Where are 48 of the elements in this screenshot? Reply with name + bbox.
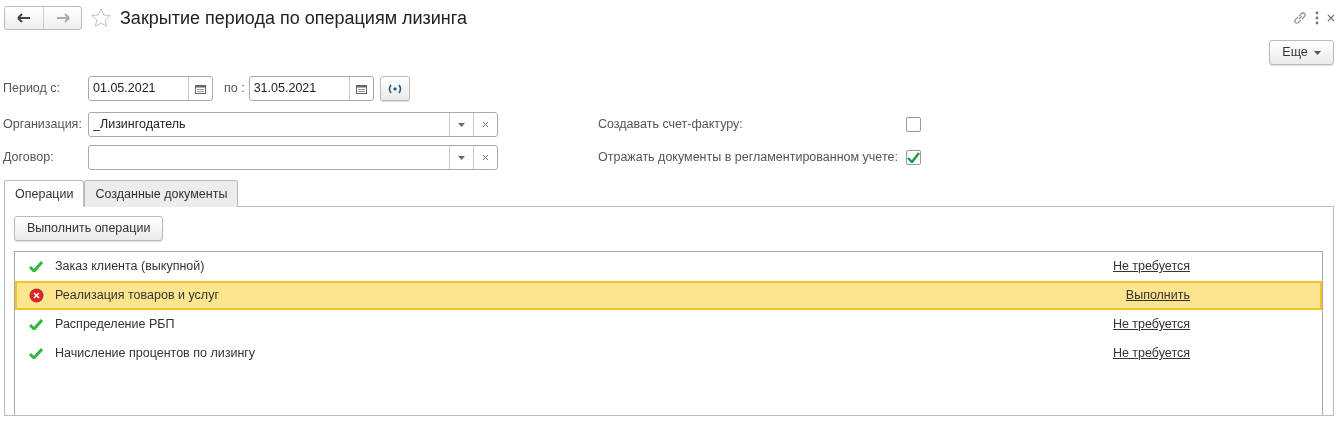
date-field[interactable]: 01.05.2021 <box>88 76 213 101</box>
run-operations-button[interactable]: Выполнить операции <box>14 216 164 241</box>
selected-row[interactable]: Реализация товаров и услуг Выполнить <box>15 281 1322 310</box>
date-field[interactable]: 31.05.2021 <box>249 77 349 100</box>
select-field[interactable]: _Лизингодатель <box>89 113 449 136</box>
close-icon[interactable] <box>1326 13 1336 23</box>
operation-name: Реализация товаров и услуг <box>55 287 219 305</box>
field-label: Период с: <box>3 80 62 98</box>
error-icon <box>28 288 44 303</box>
action-link[interactable]: Не требуется <box>1112 315 1190 334</box>
field-label: Организация: <box>3 116 83 134</box>
checkbox-label: Создавать счет-фактуру: <box>598 116 744 134</box>
select-field[interactable] <box>88 145 498 170</box>
operation-name: Заказ клиента (выкупной) <box>55 258 205 276</box>
select-field[interactable]: _Лизингодатель <box>88 112 498 137</box>
checkbox-label: Отражать документы в регламентированном учете: <box>598 149 899 167</box>
check-icon <box>29 261 43 272</box>
more-button[interactable]: Еще <box>1269 40 1334 65</box>
operation-name: Начисление процентов по лизингу <box>55 345 256 363</box>
field-label: по : <box>224 80 245 98</box>
caret-icon <box>1314 50 1321 55</box>
clear-icon[interactable] <box>482 121 489 128</box>
action-link[interactable]: Выполнить <box>1125 286 1190 305</box>
tab[interactable]: Операции <box>4 180 85 207</box>
star-icon[interactable] <box>90 7 112 29</box>
link-icon[interactable] <box>1291 10 1308 26</box>
window-title: Закрытие периода по операциям лизинга <box>120 6 467 30</box>
period-icon <box>386 83 403 94</box>
dropdown-icon[interactable] <box>458 122 465 127</box>
calendar-icon[interactable] <box>355 83 367 94</box>
field-label: Договор: <box>3 149 55 167</box>
date-field[interactable]: 31.05.2021 <box>248 76 374 101</box>
check-icon <box>29 319 43 330</box>
action-link[interactable]: Не требуется <box>1112 344 1190 363</box>
action-link[interactable]: Не требуется <box>1112 257 1190 276</box>
tab[interactable]: Созданные документы <box>84 180 239 207</box>
check-icon <box>29 348 43 359</box>
calendar-icon[interactable] <box>195 83 206 94</box>
forward-arrow-icon <box>55 13 70 23</box>
checkbox[interactable] <box>906 150 921 165</box>
clear-icon[interactable] <box>482 154 489 161</box>
back-arrow-icon <box>17 13 31 23</box>
period-button[interactable] <box>379 76 410 101</box>
dropdown-icon[interactable] <box>458 155 465 160</box>
date-field[interactable]: 01.05.2021 <box>89 77 188 100</box>
checkbox[interactable] <box>906 117 921 132</box>
operation-name: Распределение РБП <box>55 316 175 334</box>
more-icon[interactable] <box>1313 11 1320 25</box>
